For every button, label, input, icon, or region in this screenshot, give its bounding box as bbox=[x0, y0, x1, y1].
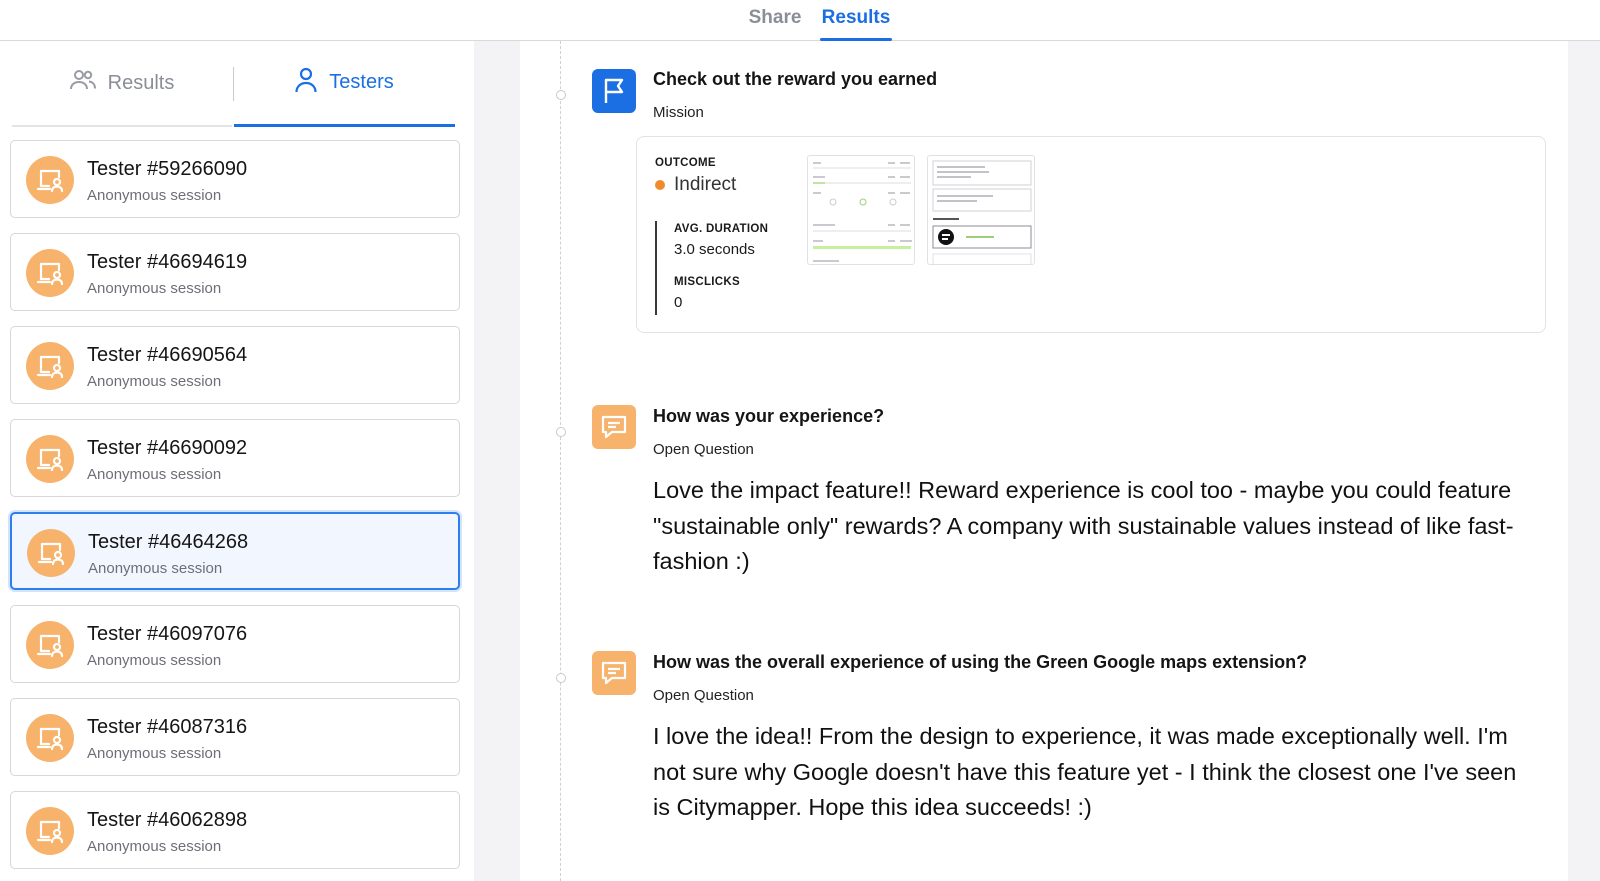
tester-name: Tester #46097076 bbox=[87, 623, 248, 645]
question-answer: I love the idea!! From the design to exp… bbox=[653, 723, 1517, 820]
laptop-user-icon bbox=[26, 435, 74, 483]
outcome-value: Indirect bbox=[655, 174, 736, 196]
laptop-user-icon bbox=[26, 807, 74, 855]
sidebar: Results Testers Tester #59266090 Anonymo… bbox=[0, 41, 474, 881]
tester-session: Anonymous session bbox=[87, 745, 222, 762]
tester-name: Tester #46087316 bbox=[87, 716, 248, 738]
users-icon bbox=[69, 68, 96, 98]
question-title: How was your experience? bbox=[653, 406, 885, 426]
stats-divider bbox=[655, 221, 657, 315]
tester-session: Anonymous session bbox=[87, 652, 222, 669]
outcome-label: OUTCOME bbox=[655, 157, 716, 169]
laptop-user-icon bbox=[26, 621, 74, 669]
sidebar-tab-testers-label: Testers bbox=[329, 71, 394, 93]
tester-name: Tester #46464268 bbox=[88, 531, 249, 553]
tab-share[interactable]: Share bbox=[730, 0, 820, 41]
mission-type: Mission bbox=[653, 104, 704, 121]
tester-card[interactable]: Tester #46690092 Anonymous session bbox=[10, 419, 460, 497]
outcome-text: Indirect bbox=[674, 174, 737, 195]
question-answer: Love the impact feature!! Reward experie… bbox=[653, 477, 1514, 574]
sidebar-tab-results-label: Results bbox=[107, 71, 175, 94]
outcome-status-dot bbox=[655, 180, 665, 190]
tester-session: Anonymous session bbox=[87, 373, 222, 390]
tester-name: Tester #59266090 bbox=[87, 158, 248, 180]
top-tab-bar: Share Results bbox=[0, 0, 1600, 41]
laptop-user-icon bbox=[27, 529, 75, 577]
screen-thumbnail[interactable] bbox=[807, 155, 915, 265]
tester-card[interactable]: Tester #46690564 Anonymous session bbox=[10, 326, 460, 404]
timeline-line bbox=[560, 41, 561, 881]
scrollbar[interactable] bbox=[1568, 41, 1600, 881]
misclicks-value: 0 bbox=[674, 294, 683, 311]
tester-card[interactable]: Tester #59266090 Anonymous session bbox=[10, 140, 460, 218]
tester-card[interactable]: Tester #46062898 Anonymous session bbox=[10, 791, 460, 869]
misclicks-label: MISCLICKS bbox=[674, 276, 740, 288]
laptop-user-icon bbox=[26, 156, 74, 204]
screen-thumbnail[interactable] bbox=[927, 155, 1035, 265]
avg-duration-value: 3.0 seconds bbox=[674, 241, 755, 258]
avg-duration-label: AVG. DURATION bbox=[674, 223, 769, 235]
tester-session: Anonymous session bbox=[87, 187, 222, 204]
tester-session: Anonymous session bbox=[87, 838, 222, 855]
tester-card[interactable]: Tester #46694619 Anonymous session bbox=[10, 233, 460, 311]
laptop-user-icon bbox=[26, 714, 74, 762]
laptop-user-icon bbox=[26, 249, 74, 297]
user-icon bbox=[295, 67, 317, 99]
timeline-dot bbox=[556, 427, 566, 437]
tester-session: Anonymous session bbox=[88, 560, 223, 577]
tester-card[interactable]: Tester #46097076 Anonymous session bbox=[10, 605, 460, 683]
timeline-dot bbox=[556, 673, 566, 683]
tester-name: Tester #46062898 bbox=[87, 809, 248, 831]
tester-card[interactable]: Tester #46087316 Anonymous session bbox=[10, 698, 460, 776]
tester-name: Tester #46690564 bbox=[87, 344, 248, 366]
tester-name: Tester #46690092 bbox=[87, 437, 248, 459]
chat-bubble-icon bbox=[592, 405, 636, 449]
question-type: Open Question bbox=[653, 687, 754, 704]
flag-icon bbox=[592, 69, 636, 113]
question-title: How was the overall experience of using … bbox=[653, 652, 1308, 672]
sidebar-tab-results[interactable]: Results bbox=[12, 41, 232, 127]
mission-results-card: OUTCOME Indirect AVG. DURATION 3.0 secon… bbox=[636, 136, 1546, 333]
chat-bubble-icon bbox=[592, 651, 636, 695]
question-type: Open Question bbox=[653, 441, 754, 458]
sidebar-tab-testers[interactable]: Testers bbox=[234, 41, 455, 127]
tester-card-selected[interactable]: Tester #46464268 Anonymous session bbox=[10, 512, 460, 590]
timeline-dot bbox=[556, 90, 566, 100]
mission-title: Check out the reward you earned bbox=[653, 69, 938, 89]
tester-name: Tester #46694619 bbox=[87, 251, 248, 273]
laptop-user-icon bbox=[26, 342, 74, 390]
tester-session: Anonymous session bbox=[87, 466, 222, 483]
tester-session: Anonymous session bbox=[87, 280, 222, 297]
tester-list: Tester #59266090 Anonymous session Teste… bbox=[10, 140, 460, 881]
tab-results[interactable]: Results bbox=[820, 0, 892, 41]
